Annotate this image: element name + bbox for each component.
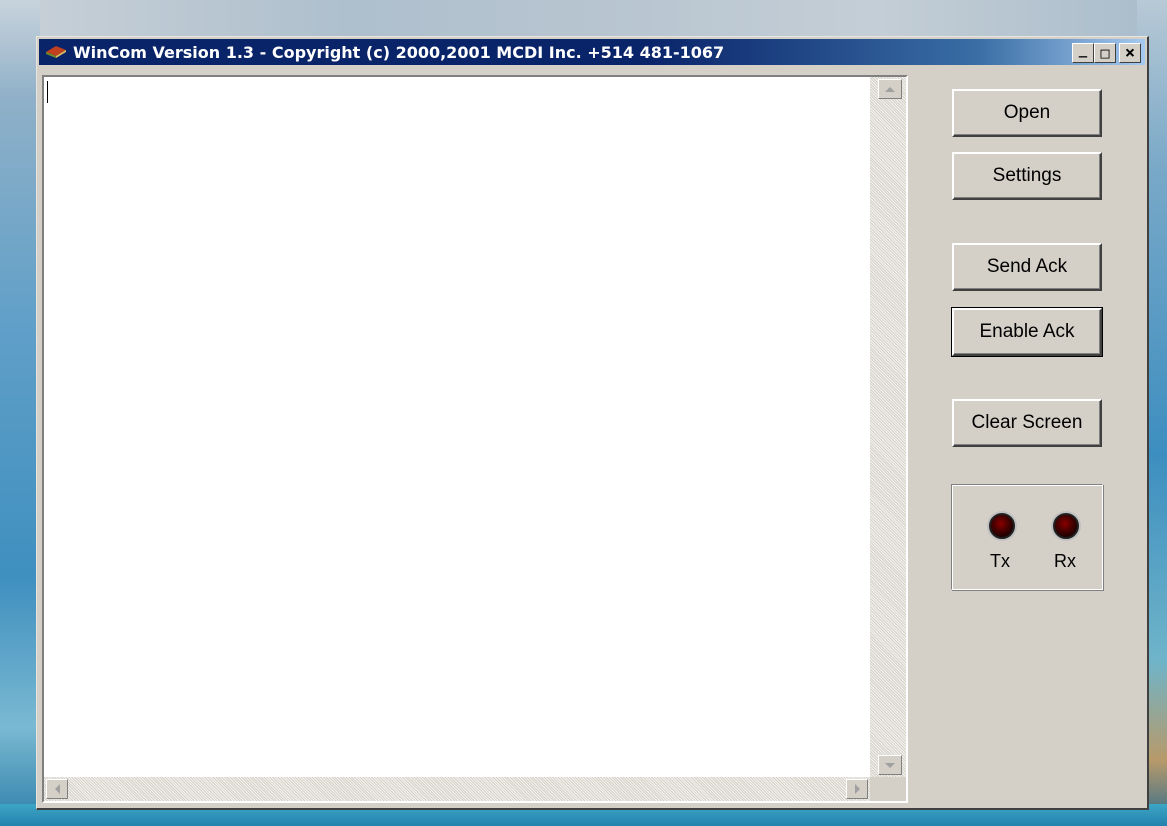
vertical-scrollbar[interactable] [870, 77, 906, 777]
terminal-text-area[interactable] [44, 77, 870, 777]
minimize-icon: _ [1078, 42, 1088, 58]
close-icon: × [1124, 43, 1136, 63]
tx-label: Tx [990, 551, 1010, 571]
desktop-background-left [0, 0, 40, 826]
scroll-down-icon [885, 762, 895, 768]
send-ack-button[interactable]: Send Ack [952, 243, 1102, 291]
tx-rx-indicator-panel: Tx Rx [951, 484, 1103, 590]
enable-ack-button[interactable]: Enable Ack [951, 307, 1103, 357]
tx-led-indicator [989, 513, 1015, 539]
wincom-window: WinCom Version 1.3 - Copyright (c) 2000,… [36, 36, 1149, 810]
title-bar-buttons: _ □ × [1072, 42, 1141, 63]
scroll-up-button[interactable] [878, 79, 902, 99]
clear-screen-button[interactable]: Clear Screen [952, 399, 1102, 447]
terminal-frame [42, 75, 908, 803]
maximize-icon: □ [1100, 44, 1110, 62]
open-button[interactable]: Open [952, 89, 1102, 137]
horizontal-scrollbar[interactable] [44, 777, 870, 801]
scroll-up-icon [885, 86, 895, 92]
title-bar[interactable]: WinCom Version 1.3 - Copyright (c) 2000,… [39, 39, 1145, 65]
maximize-button[interactable]: □ [1094, 43, 1116, 63]
scroll-left-button[interactable] [46, 779, 68, 799]
scroll-down-button[interactable] [878, 755, 902, 775]
window-title: WinCom Version 1.3 - Copyright (c) 2000,… [73, 42, 725, 62]
settings-button[interactable]: Settings [952, 152, 1102, 200]
scroll-right-button[interactable] [846, 779, 868, 799]
desktop-background-top [0, 0, 1167, 36]
app-icon[interactable] [45, 44, 67, 60]
text-caret [47, 81, 48, 103]
minimize-button[interactable]: _ [1072, 42, 1094, 63]
scroll-left-icon [54, 784, 60, 794]
scroll-right-icon [854, 784, 860, 794]
scrollbar-corner [870, 777, 906, 801]
rx-label: Rx [1054, 551, 1076, 571]
rx-led-indicator [1053, 513, 1079, 539]
close-button[interactable]: × [1119, 43, 1141, 63]
